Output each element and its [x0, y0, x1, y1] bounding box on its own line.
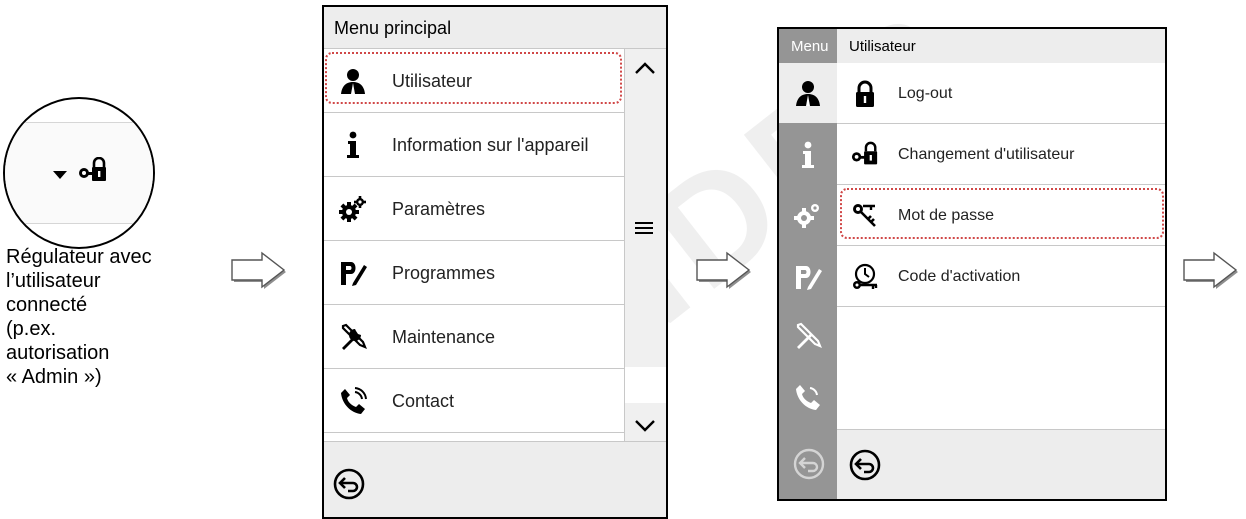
menu-item-maintenance[interactable]: Maintenance — [324, 305, 624, 369]
menu-item-label: Utilisateur — [392, 71, 473, 91]
caption-line: (p.ex. — [6, 318, 57, 340]
user-menu-screen: Menu Utilisateur Log-out Changement d'ut… — [777, 27, 1167, 501]
menu-item-password[interactable]: Mot de passe — [837, 185, 1165, 246]
screen-title: Utilisateur — [837, 29, 1165, 63]
user-icon — [341, 69, 365, 94]
caption-line: autorisation — [6, 342, 110, 364]
info-icon[interactable] — [794, 141, 822, 169]
gears-icon — [339, 196, 366, 222]
footer-bar — [837, 429, 1165, 499]
program-icon — [341, 262, 367, 286]
menu-item-programs[interactable]: Programmes — [324, 241, 624, 305]
back-icon — [793, 448, 825, 480]
main-menu-screen: Menu principal Utilisateur Information s… — [322, 5, 668, 519]
back-icon[interactable] — [333, 468, 365, 500]
chevron-up-icon[interactable] — [634, 61, 656, 75]
menu-item-label: Code d'activation — [898, 268, 1021, 285]
menu-item-logout[interactable]: Log-out — [837, 63, 1165, 124]
chevron-down-icon[interactable] — [634, 419, 656, 433]
footer-bar — [324, 441, 666, 517]
right-arrow-icon — [231, 251, 286, 289]
menu-item-label: Changement d'utilisateur — [898, 146, 1075, 163]
caption-line: l’utilisateur — [6, 270, 101, 292]
menu-item-change-user[interactable]: Changement d'utilisateur — [837, 124, 1165, 185]
back-icon[interactable] — [849, 449, 881, 481]
menu-item-label: Information sur l'appareil — [392, 135, 589, 155]
tools-icon — [341, 323, 367, 350]
key-lock-icon — [851, 141, 878, 165]
menu-item-label: Contact — [392, 391, 455, 411]
caption: Régulateur avec l’utilisateur connecté (… — [6, 245, 152, 389]
scroll-handle-icon[interactable] — [633, 220, 655, 236]
keys-icon — [853, 204, 876, 227]
menu-item-settings[interactable]: Paramètres — [324, 177, 624, 241]
right-arrow-icon — [696, 251, 751, 289]
menu-item-label: Mot de passe — [898, 207, 995, 224]
screen-title: Menu principal — [324, 7, 666, 49]
caption-line: Régulateur avec — [6, 246, 152, 268]
dropdown-triangle-icon — [53, 171, 67, 179]
menu-item-label: Paramètres — [392, 199, 486, 219]
tools-icon[interactable] — [794, 322, 822, 350]
menu-item-label: Maintenance — [392, 327, 496, 347]
lock-icon — [856, 80, 874, 107]
caption-line: connecté — [6, 294, 88, 316]
magnifier-circle — [3, 97, 155, 249]
sidebar-title: Menu — [791, 38, 829, 55]
user-icon[interactable] — [794, 79, 822, 107]
menu-item-label: Programmes — [392, 263, 496, 283]
caption-line: « Admin ») — [6, 366, 102, 388]
menu-item-label: Log-out — [898, 85, 953, 102]
phone-icon[interactable] — [794, 383, 822, 411]
menu-item-activation-code[interactable]: Code d'activation — [837, 246, 1165, 307]
info-icon — [347, 131, 359, 158]
phone-icon — [341, 387, 367, 414]
activation-code-icon — [853, 263, 878, 289]
sidebar: Menu — [779, 29, 837, 499]
gears-icon[interactable] — [794, 201, 822, 229]
menu-item-contact[interactable]: Contact — [324, 369, 624, 433]
menu-item-device-info[interactable]: Information sur l'appareil — [324, 113, 624, 177]
key-lock-icon — [79, 157, 106, 181]
scrollbar-gap — [625, 367, 666, 403]
menu-item-user[interactable]: Utilisateur — [324, 49, 624, 113]
program-icon[interactable] — [794, 263, 822, 291]
right-arrow-icon — [1183, 251, 1238, 289]
